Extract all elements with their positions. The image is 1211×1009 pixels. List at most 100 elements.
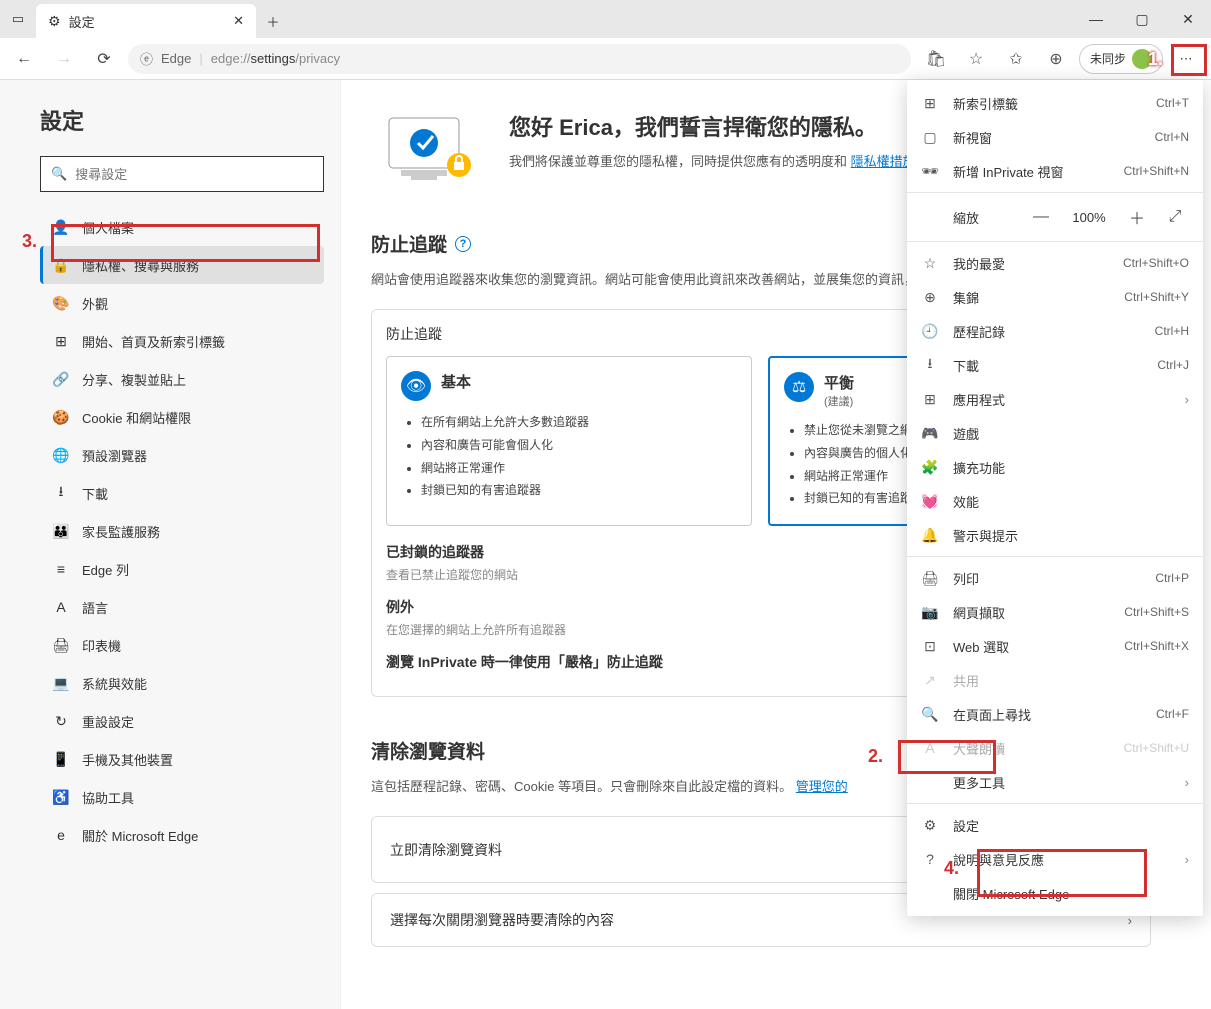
minimize-button[interactable]: — [1073, 0, 1119, 38]
zoom-pct: 100% [1065, 210, 1113, 225]
menu-item[interactable]: 🧩擴充功能 [907, 450, 1203, 484]
menu-shortcut: Ctrl+Shift+N [1124, 164, 1189, 178]
sync-text: 未同步 [1090, 50, 1126, 67]
menu-item-icon: 🕶 [921, 163, 939, 180]
zoom-out-button[interactable]: — [1027, 203, 1055, 231]
card-title: 基本 [441, 371, 471, 392]
menu-item[interactable]: ⊡Web 選取Ctrl+Shift+X [907, 629, 1203, 663]
sidebar-item-10[interactable]: A語言 [40, 588, 324, 626]
refresh-button[interactable]: ⟳ [88, 43, 120, 75]
sync-status-pill[interactable]: 未同步 [1079, 44, 1163, 74]
settings-search-input[interactable] [75, 167, 313, 182]
menu-item-label: 在頁面上尋找 [953, 705, 1142, 724]
menu-item[interactable]: 🕘歷程記錄Ctrl+H [907, 314, 1203, 348]
menu-item-icon: ⊕ [921, 289, 939, 306]
maximize-button[interactable]: ▢ [1119, 0, 1165, 38]
menu-item[interactable]: 💓效能 [907, 484, 1203, 518]
sidebar-item-icon: ⊞ [52, 333, 70, 350]
menu-item-icon: ☆ [921, 255, 939, 272]
menu-item[interactable]: ⊞新索引標籤Ctrl+T [907, 86, 1203, 120]
menu-item[interactable]: 🕶新增 InPrivate 視窗Ctrl+Shift+N [907, 154, 1203, 188]
back-button[interactable]: ← [8, 43, 40, 75]
menu-item-label: 共用 [953, 671, 1189, 690]
privacy-link[interactable]: 隱私權措施 [851, 154, 916, 169]
sidebar-item-2[interactable]: 🎨外觀 [40, 284, 324, 322]
sidebar-item-label: 手機及其他裝置 [82, 750, 173, 769]
sidebar-item-4[interactable]: 🔗分享、複製並貼上 [40, 360, 324, 398]
tracking-card-0[interactable]: 👁基本在所有網站上允許大多數追蹤器內容和廣告可能會個人化網站將正常運作封鎖已知的… [386, 356, 752, 526]
menu-item[interactable]: 🔍在頁面上尋找Ctrl+F [907, 697, 1203, 731]
sidebar-item-label: Cookie 和網站權限 [82, 408, 191, 427]
menu-item[interactable]: 🎮遊戲 [907, 416, 1203, 450]
menu-item-label: 下載 [953, 356, 1143, 375]
menu-item[interactable]: 🔔警示與提示 [907, 518, 1203, 552]
menu-item[interactable]: ⚙設定 [907, 808, 1203, 842]
sidebar-item-icon: 👤 [52, 219, 70, 236]
settings-search-box[interactable]: 🔍 [40, 156, 324, 192]
manage-link[interactable]: 管理您的 [796, 779, 848, 794]
favorites-icon[interactable]: ✩ [999, 42, 1033, 76]
sidebar-item-label: 開始、首頁及新索引標籤 [82, 332, 225, 351]
close-window-button[interactable]: ✕ [1165, 0, 1211, 38]
menu-item[interactable]: ⊞應用程式› [907, 382, 1203, 416]
sidebar-item-label: 個人檔案 [82, 218, 134, 237]
collections-icon[interactable]: ⊕ [1039, 42, 1073, 76]
menu-item-label: 歷程記錄 [953, 322, 1141, 341]
menu-item-icon: 🔔 [921, 527, 939, 544]
menu-item-label: 關閉 Microsoft Edge [953, 884, 1189, 903]
menu-item[interactable]: 🖨列印Ctrl+P [907, 561, 1203, 595]
menu-item-icon: ⭳ [921, 353, 939, 377]
sidebar-item-14[interactable]: 📱 手機及其他裝置 [40, 740, 324, 778]
more-menu-button[interactable]: ⋯ [1169, 42, 1203, 76]
sidebar-item-label: 預設瀏覽器 [82, 446, 147, 465]
menu-shortcut: Ctrl+H [1155, 324, 1189, 338]
menu-item[interactable]: ▢新視窗Ctrl+N [907, 120, 1203, 154]
close-tab-icon[interactable]: ✕ [233, 13, 244, 29]
card-point: 網站將正常運作 [421, 457, 737, 480]
sidebar-item-15[interactable]: ♿協助工具 [40, 778, 324, 816]
menu-item[interactable]: ⭳ 下載 Ctrl+J [907, 348, 1203, 382]
sidebar-item-11[interactable]: 🖨印表機 [40, 626, 324, 664]
card-point: 在所有網站上允許大多數追蹤器 [421, 411, 737, 434]
url-box[interactable]: ⓔ Edge | edge://settings/privacy [128, 44, 911, 74]
sidebar-item-3[interactable]: ⊞ 開始、首頁及新索引標籤 [40, 322, 324, 360]
sidebar-item-0[interactable]: 👤 個人檔案 [40, 208, 324, 246]
sidebar-item-icon: A [52, 599, 70, 615]
sidebar-item-5[interactable]: 🍪Cookie 和網站權限 [40, 398, 324, 436]
menu-item-label: 新視窗 [953, 128, 1141, 147]
menu-item: A大聲朗讀Ctrl+Shift+U [907, 731, 1203, 765]
menu-item[interactable]: ?說明與意見反應› [907, 842, 1203, 876]
menu-item[interactable]: ⊕集錦Ctrl+Shift+Y [907, 280, 1203, 314]
sidebar-item-icon: 🌐 [52, 447, 70, 464]
sidebar-item-8[interactable]: 👪家長監護服務 [40, 512, 324, 550]
new-tab-button[interactable]: ＋ [256, 4, 290, 38]
menu-item-icon: ▢ [921, 129, 939, 146]
forward-button[interactable]: → [48, 43, 80, 75]
sidebar-item-9[interactable]: ≡Edge 列 [40, 550, 324, 588]
zoom-in-button[interactable]: ＋ [1123, 203, 1151, 231]
menu-item-icon: A [921, 740, 939, 756]
sidebar-item-label: 下載 [82, 484, 108, 503]
sidebar-item-13[interactable]: ↻重設設定 [40, 702, 324, 740]
sidebar-item-7[interactable]: ⭳下載 [40, 474, 324, 512]
chevron-right-icon: › [1185, 775, 1189, 790]
fullscreen-button[interactable]: ⤢ [1161, 203, 1189, 231]
tab-actions-button[interactable]: ▭ [0, 0, 36, 38]
menu-item[interactable]: 關閉 Microsoft Edge [907, 876, 1203, 910]
menu-item[interactable]: 📷網頁擷取Ctrl+Shift+S [907, 595, 1203, 629]
menu-item[interactable]: ☆我的最愛Ctrl+Shift+O [907, 246, 1203, 280]
browser-tab[interactable]: ⚙ 設定 ✕ [36, 4, 256, 38]
sidebar-item-1[interactable]: 🔒隱私權、搜尋與服務 [40, 246, 324, 284]
sidebar-item-12[interactable]: 💻系統與效能 [40, 664, 324, 702]
menu-shortcut: Ctrl+J [1157, 358, 1189, 372]
sidebar-item-icon: 📱 [52, 751, 70, 768]
shopping-icon[interactable]: 🛍 [919, 42, 953, 76]
favorite-star-button[interactable]: ☆ [959, 42, 993, 76]
sidebar-item-label: 重設設定 [82, 712, 134, 731]
zoom-row: 縮放—100%＋⤢ [907, 197, 1203, 237]
sidebar-item-6[interactable]: 🌐 預設瀏覽器 [40, 436, 324, 474]
menu-item: ↗共用 [907, 663, 1203, 697]
info-icon[interactable]: ? [455, 236, 471, 252]
sidebar-item-16[interactable]: e關於 Microsoft Edge [40, 816, 324, 854]
menu-item[interactable]: 更多工具› [907, 765, 1203, 799]
